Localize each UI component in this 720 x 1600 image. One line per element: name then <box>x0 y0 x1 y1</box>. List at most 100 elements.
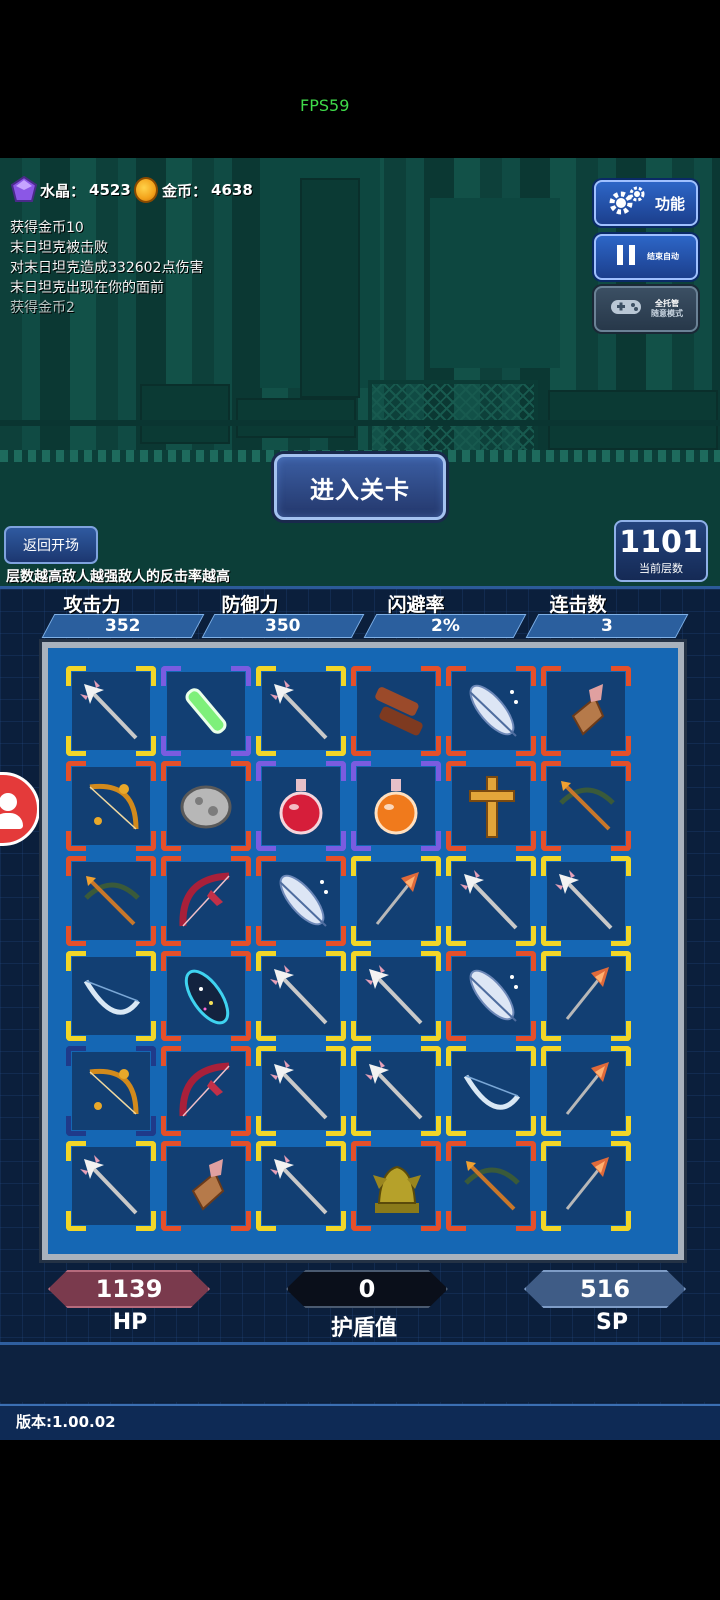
feather-icon <box>279 874 328 927</box>
defense-label: 防御力 <box>221 594 279 616</box>
item-slot-crimson-bow[interactable] <box>161 1046 251 1136</box>
ice-bow-icon <box>463 1074 521 1110</box>
item-slot-fire-arrow[interactable] <box>541 1046 631 1136</box>
arrow-icon <box>270 680 328 740</box>
sp-bar: 516 <box>524 1270 686 1308</box>
item-slot-crimson-bow[interactable] <box>161 856 251 946</box>
gold-counter: 金币： 4638 <box>134 172 253 208</box>
crimson-bow-icon <box>179 872 230 927</box>
item-slot-arrow[interactable] <box>66 1141 156 1231</box>
crossbow-icon <box>464 1161 520 1211</box>
item-slot-feather[interactable] <box>446 666 536 756</box>
item-board <box>42 642 684 1260</box>
moon-rock-icon <box>180 785 232 829</box>
item-slot-arrow[interactable] <box>256 951 346 1041</box>
golden-bow-icon <box>89 783 139 830</box>
item-slot-golden-bow[interactable] <box>66 761 156 851</box>
star-gem-icon <box>184 969 230 1025</box>
full-auto-labels: 全托管 随意模式 <box>651 299 683 319</box>
gold-coin-icon <box>134 177 158 203</box>
item-slot-arrow[interactable] <box>446 856 536 946</box>
log-line: 获得金币2 <box>10 300 75 316</box>
dodge-value: 2% <box>363 614 527 638</box>
end-auto-button[interactable]: 结束自动 <box>594 234 698 280</box>
arrow-icon <box>270 1060 328 1120</box>
item-slot-golden-cross[interactable] <box>446 761 536 851</box>
item-slot-fire-arrow[interactable] <box>541 951 631 1041</box>
green-vial-icon <box>185 688 227 734</box>
red-potion-icon <box>279 779 323 835</box>
combo-value: 3 <box>525 614 689 638</box>
hp-label: HP <box>112 1310 148 1335</box>
version-label: 版本:1.00.02 <box>0 1404 720 1440</box>
fire-arrow-icon <box>565 1062 609 1115</box>
back-to-start-button[interactable]: 返回开场 <box>4 526 98 564</box>
defense-value: 350 <box>201 614 365 638</box>
ice-bow-icon <box>83 979 141 1015</box>
crystal-label: 水晶： <box>40 181 86 200</box>
item-slot-fire-arrow[interactable] <box>541 1141 631 1231</box>
item-slot-arrow[interactable] <box>256 1141 346 1231</box>
item-slot-leather-scroll[interactable] <box>351 666 441 756</box>
item-slot-golden-bow[interactable] <box>66 1046 156 1136</box>
fps-counter: FPS59 <box>300 96 350 115</box>
item-slot-arrow[interactable] <box>66 666 156 756</box>
attack-value: 352 <box>41 614 205 638</box>
game-screen: FPS59 水晶： 4523 金币： 4638 获得金币10 末日坦克被击败 对… <box>0 0 720 1600</box>
golden-bow-icon <box>89 1068 139 1115</box>
crystal-value: 4523 <box>89 181 131 199</box>
attack-label: 攻击力 <box>63 594 121 616</box>
dodge-label: 闪避率 <box>387 594 445 616</box>
log-line: 末日坦克出现在你的面前 <box>10 280 164 296</box>
item-slot-red-potion[interactable] <box>256 761 346 851</box>
full-auto-button[interactable]: 全托管 随意模式 <box>594 286 698 332</box>
item-slot-green-vial[interactable] <box>161 666 251 756</box>
item-slot-crossbow[interactable] <box>541 761 631 851</box>
item-slot-arrow[interactable] <box>256 666 346 756</box>
leather-scroll-icon <box>375 687 423 736</box>
item-slot-arrow[interactable] <box>541 856 631 946</box>
item-slot-feather[interactable] <box>446 951 536 1041</box>
difficulty-tip: 层数越高敌人越强敌人的反击率越高 <box>6 569 230 585</box>
fire-arrow-icon <box>565 1157 609 1210</box>
item-slot-feather[interactable] <box>256 856 346 946</box>
arrow-icon <box>270 965 328 1025</box>
crystal-icon <box>10 176 38 204</box>
shield-label: 护盾值 <box>330 1316 397 1341</box>
item-slot-ice-bow[interactable] <box>66 951 156 1041</box>
item-slot-gargoyle-statue[interactable] <box>351 1141 441 1231</box>
gear-icon <box>607 184 647 222</box>
full-auto-label: 全托管 <box>655 299 679 308</box>
function-button[interactable]: 功能 <box>594 180 698 226</box>
gold-value: 4638 <box>211 181 253 199</box>
arrow-icon <box>80 680 138 740</box>
enter-level-button[interactable]: 进入关卡 <box>274 454 446 520</box>
item-slot-torch-bundle[interactable] <box>161 1141 251 1231</box>
feather-icon <box>469 684 518 737</box>
item-slot-ice-bow[interactable] <box>446 1046 536 1136</box>
arrow-icon <box>555 870 613 930</box>
item-slot-torch-bundle[interactable] <box>541 666 631 756</box>
shield-bar: 0 <box>286 1270 448 1308</box>
fire-arrow-icon <box>375 872 419 925</box>
user-icon <box>0 793 17 811</box>
item-slot-orange-potion[interactable] <box>351 761 441 851</box>
log-line: 获得金币10 <box>10 220 84 236</box>
gargoyle-statue-icon <box>373 1165 421 1213</box>
item-slot-crossbow[interactable] <box>446 1141 536 1231</box>
golden-cross-icon <box>469 776 515 838</box>
item-slot-crossbow[interactable] <box>66 856 156 946</box>
log-line: 对末日坦克造成332602点伤害 <box>10 260 204 276</box>
full-auto-sublabel: 随意模式 <box>651 309 683 318</box>
item-slot-arrow[interactable] <box>351 1046 441 1136</box>
item-slot-moon-rock[interactable] <box>161 761 251 851</box>
gamepad-icon <box>609 295 643 323</box>
item-slot-fire-arrow[interactable] <box>351 856 441 946</box>
item-slot-star-gem[interactable] <box>161 951 251 1041</box>
gold-label: 金币： <box>162 181 208 200</box>
item-slot-arrow[interactable] <box>351 951 441 1041</box>
item-slot-arrow[interactable] <box>256 1046 346 1136</box>
arrow-icon <box>270 1155 328 1215</box>
pause-icon <box>613 242 639 272</box>
bottom-strip <box>0 1342 720 1402</box>
